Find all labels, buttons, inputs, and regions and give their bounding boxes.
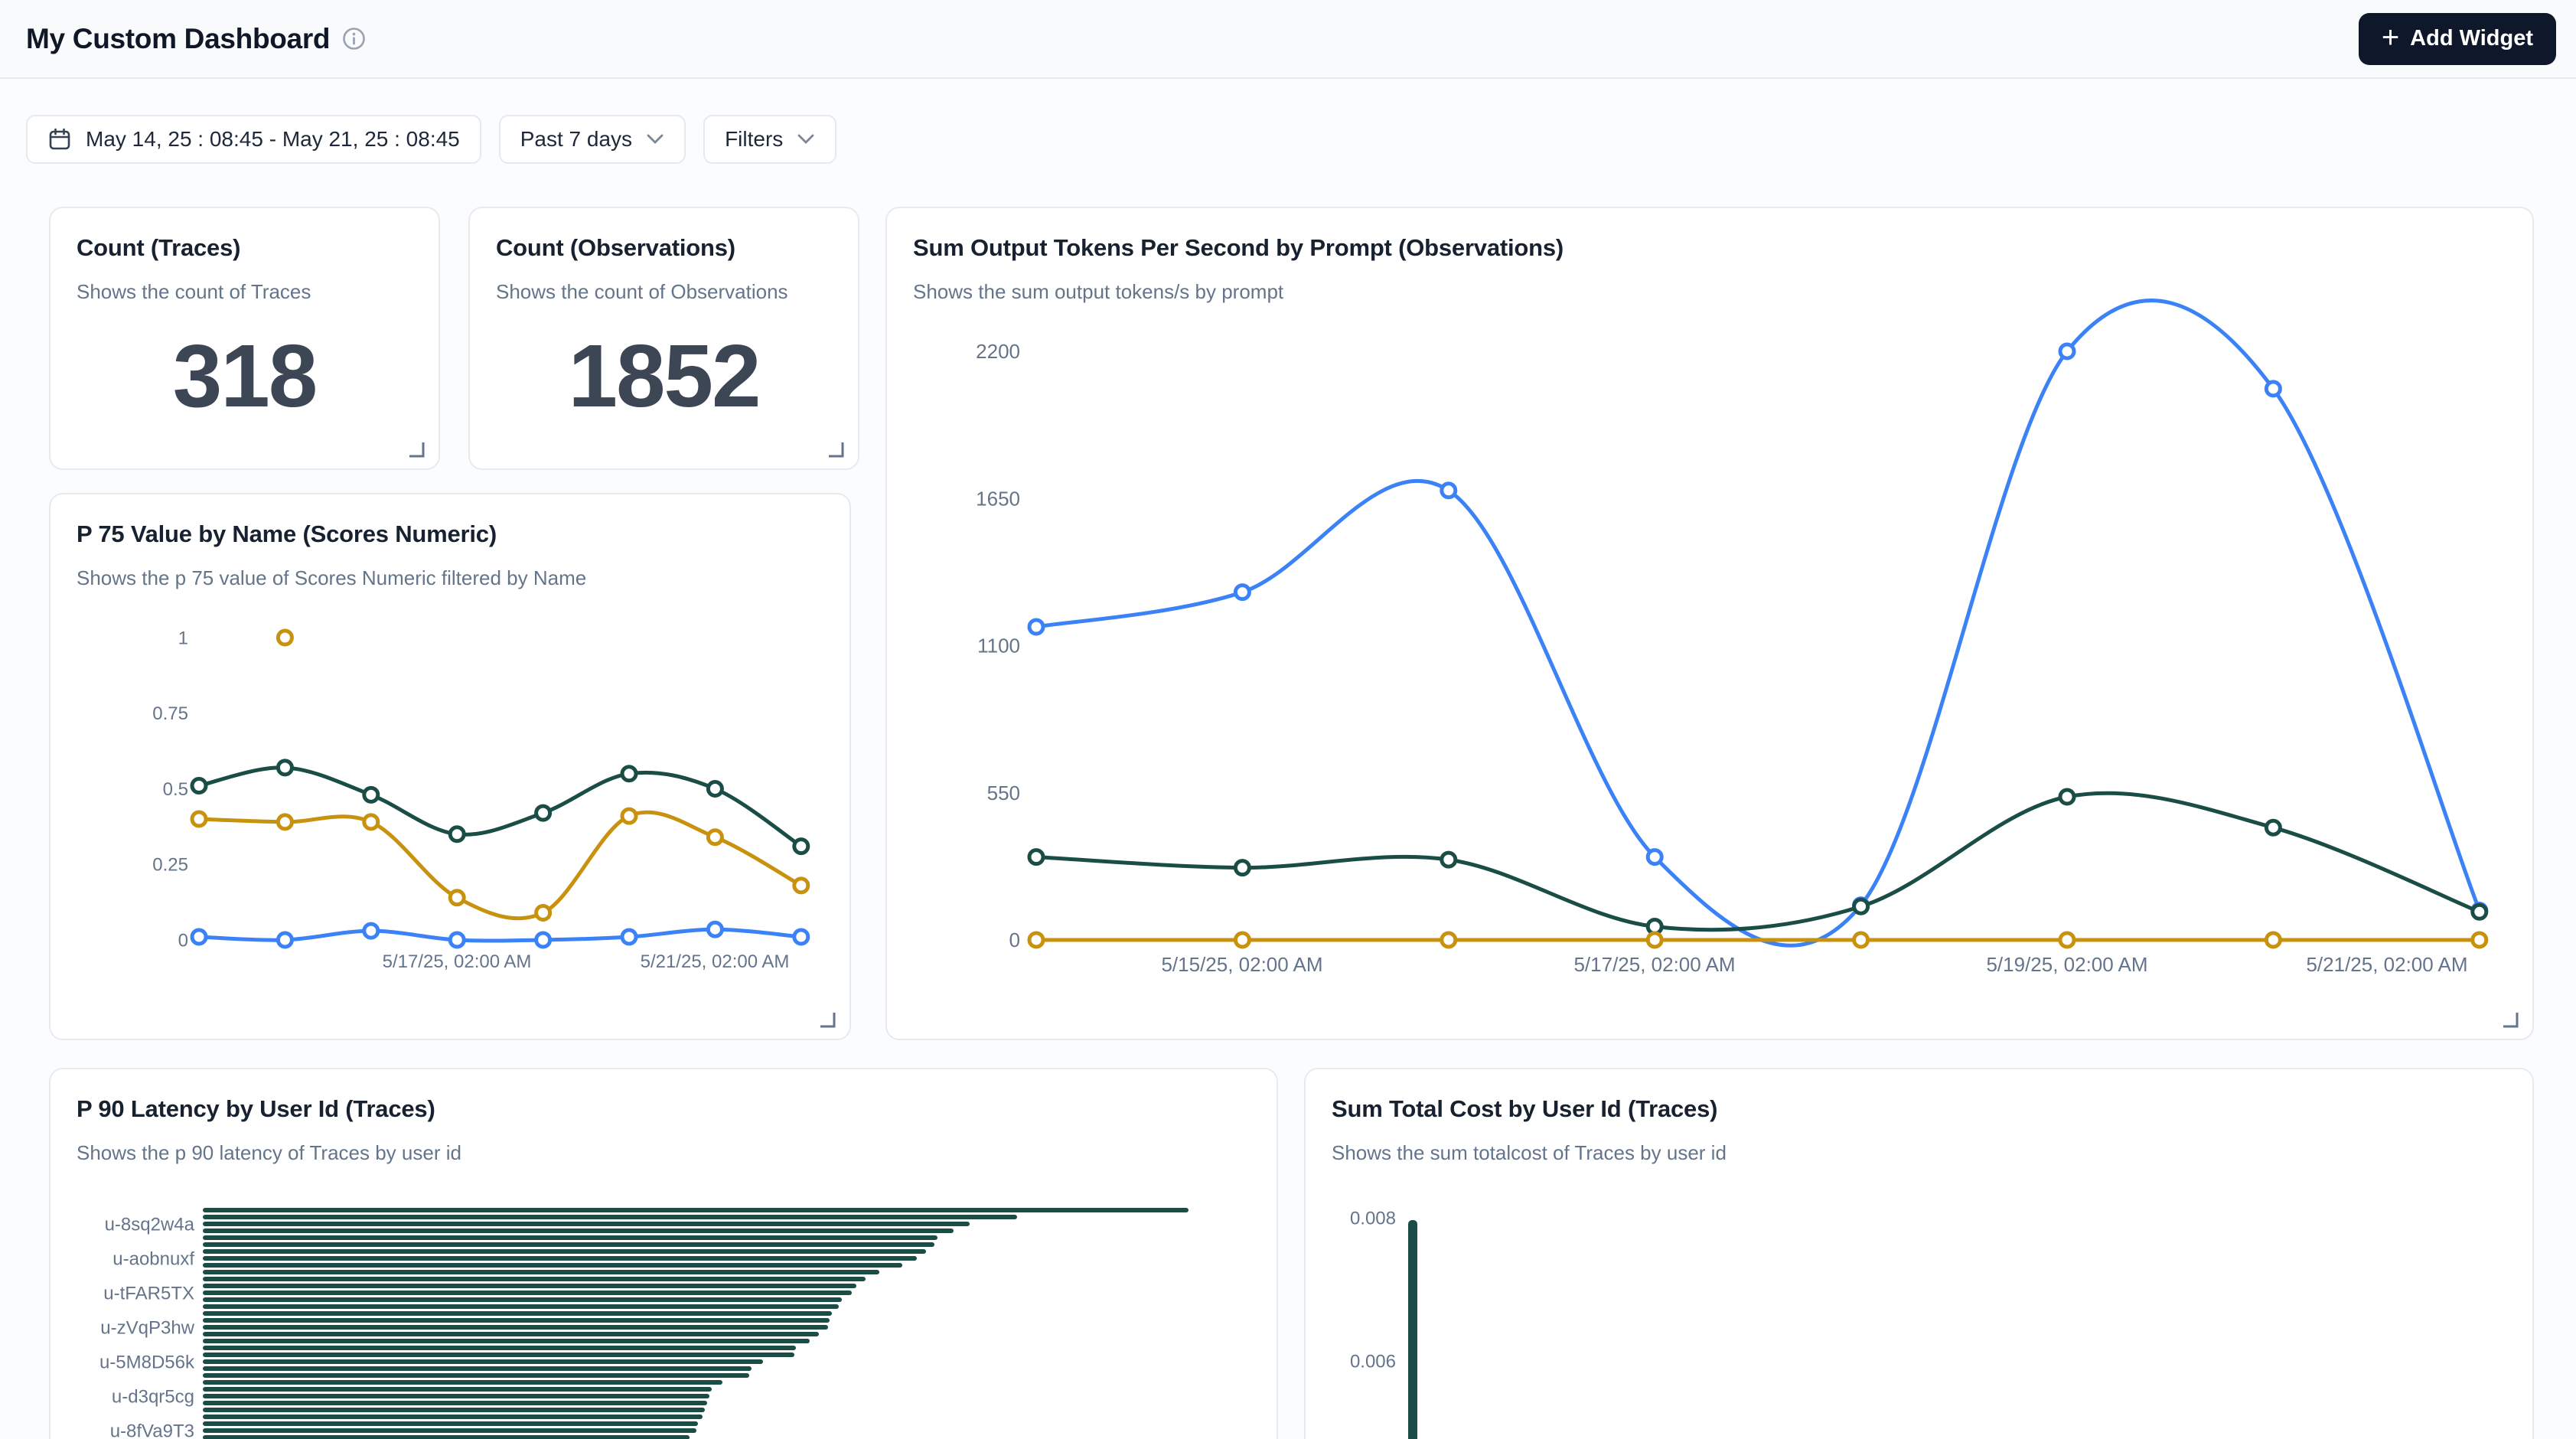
card-title: Count (Traces) — [77, 234, 412, 262]
metric-value: 318 — [51, 325, 439, 427]
filters-button[interactable]: Filters — [703, 115, 836, 164]
svg-text:u-8sq2w4a: u-8sq2w4a — [105, 1214, 195, 1235]
svg-text:0.006: 0.006 — [1350, 1351, 1396, 1372]
card-count-traces: Count (Traces) Shows the count of Traces… — [49, 207, 440, 470]
add-widget-button[interactable]: + Add Widget — [2359, 13, 2556, 65]
resize-handle-icon[interactable] — [405, 438, 426, 459]
card-p75-chart: P 75 Value by Name (Scores Numeric) Show… — [49, 493, 851, 1040]
svg-text:5/15/25, 02:00 AM: 5/15/25, 02:00 AM — [1161, 953, 1322, 976]
add-widget-label: Add Widget — [2410, 26, 2533, 51]
card-tokens-chart: Sum Output Tokens Per Second by Prompt (… — [885, 207, 2534, 1040]
card-cost-chart: Sum Total Cost by User Id (Traces) Shows… — [1304, 1068, 2534, 1439]
svg-text:5/17/25, 02:00 AM: 5/17/25, 02:00 AM — [383, 951, 532, 972]
svg-text:u-tFAR5TX: u-tFAR5TX — [103, 1283, 194, 1304]
svg-text:5/19/25, 02:00 AM: 5/19/25, 02:00 AM — [1986, 953, 2147, 976]
filters-label: Filters — [725, 127, 783, 152]
calendar-icon — [47, 127, 72, 152]
chevron-down-icon — [646, 133, 664, 145]
svg-text:0: 0 — [1009, 928, 1020, 951]
svg-text:u-d3qr5cg: u-d3qr5cg — [112, 1386, 194, 1407]
metric-value: 1852 — [470, 325, 858, 427]
svg-text:u-aobnuxf: u-aobnuxf — [112, 1248, 194, 1269]
svg-text:1650: 1650 — [976, 487, 1020, 510]
svg-text:0.008: 0.008 — [1350, 1208, 1396, 1229]
svg-text:u-zVqP3hw: u-zVqP3hw — [100, 1317, 194, 1338]
resize-handle-icon[interactable] — [824, 438, 846, 459]
filter-toolbar: May 14, 25 : 08:45 - May 21, 25 : 08:45 … — [26, 115, 836, 164]
resize-handle-icon[interactable] — [816, 1008, 837, 1029]
svg-text:550: 550 — [987, 781, 1020, 804]
svg-text:0.75: 0.75 — [152, 703, 188, 724]
card-title: Count (Observations) — [496, 234, 832, 262]
svg-text:5/21/25, 02:00 AM: 5/21/25, 02:00 AM — [641, 951, 790, 972]
card-subtitle: Shows the count of Traces — [77, 280, 412, 304]
date-range-button[interactable]: May 14, 25 : 08:45 - May 21, 25 : 08:45 — [26, 115, 481, 164]
svg-text:2200: 2200 — [976, 340, 1020, 363]
card-count-observations: Count (Observations) Shows the count of … — [468, 207, 859, 470]
info-icon[interactable] — [342, 27, 366, 51]
latency-bar-chart[interactable]: u-8sq2w4a u-aobnuxf u-tFAR5TX u-zVqP3hw u-5M… — [51, 1069, 1277, 1439]
svg-text:0.5: 0.5 — [163, 779, 188, 800]
card-subtitle: Shows the count of Observations — [496, 280, 832, 304]
p75-line-chart[interactable]: 0 0.25 0.5 0.75 1 5/17/25, 02:00 AM 5/21/25, 0… — [51, 494, 849, 1039]
svg-text:0: 0 — [178, 930, 188, 951]
svg-text:1100: 1100 — [977, 635, 1020, 658]
page-header: My Custom Dashboard + Add Widget — [0, 0, 2576, 79]
resize-handle-icon[interactable] — [2499, 1008, 2520, 1029]
svg-text:5/21/25, 02:00 AM: 5/21/25, 02:00 AM — [2306, 953, 2467, 976]
tokens-line-chart[interactable]: 0 550 1100 1650 2200 5/15/25, 02:00 AM 5/17/25… — [887, 208, 2532, 1039]
svg-text:1: 1 — [178, 628, 188, 648]
svg-text:0.25: 0.25 — [152, 855, 188, 876]
svg-text:u-8fVa9T3: u-8fVa9T3 — [110, 1421, 194, 1439]
svg-text:5/17/25, 02:00 AM: 5/17/25, 02:00 AM — [1573, 953, 1735, 976]
time-preset-button[interactable]: Past 7 days — [499, 115, 686, 164]
time-preset-label: Past 7 days — [520, 127, 632, 152]
page-title: My Custom Dashboard — [26, 23, 330, 55]
card-latency-chart: P 90 Latency by User Id (Traces) Shows t… — [49, 1068, 1278, 1439]
chevron-down-icon — [797, 133, 815, 145]
date-range-label: May 14, 25 : 08:45 - May 21, 25 : 08:45 — [86, 127, 460, 152]
cost-bar-chart[interactable]: 0.008 0.006 — [1306, 1069, 2532, 1439]
svg-text:u-5M8D56k: u-5M8D56k — [99, 1352, 195, 1372]
